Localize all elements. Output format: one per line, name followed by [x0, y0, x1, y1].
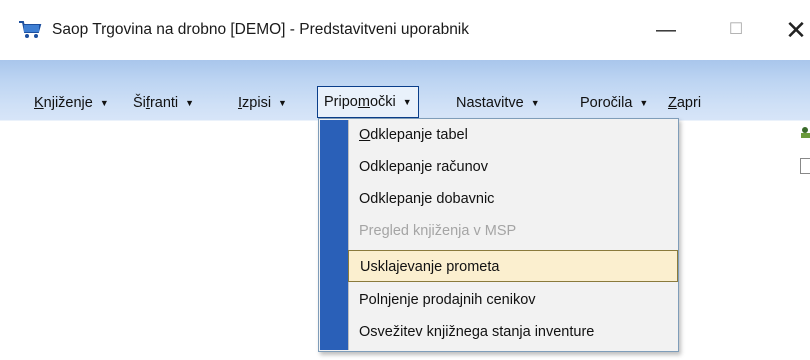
menu-sifranti[interactable]: Šifranti ▼: [133, 90, 194, 116]
dropdown-item-odklepanje-dobavnic[interactable]: Odklepanje dobavnic: [319, 183, 678, 215]
menu-label: ranti: [149, 95, 179, 111]
maximize-button[interactable]: ☐: [716, 12, 756, 48]
menu-label: Usklajevanje prometa: [360, 259, 500, 275]
dropdown-item-odklepanje-tabel[interactable]: Odklepanje tabel: [319, 119, 678, 151]
menu-label: Poročila: [580, 95, 633, 111]
window-title: Saop Trgovina na drobno [DEMO] - Predsta…: [52, 21, 470, 38]
shopping-cart-icon: [19, 21, 42, 38]
dropdown-item-pregled-knjizenja: Pregled knjiženja v MSP: [319, 215, 678, 247]
dropdown-item-label: Odklepanje računov: [359, 151, 488, 183]
dropdown-arrow-icon: ▼: [402, 97, 412, 107]
dropdown-item-odklepanje-racunov[interactable]: Odklepanje računov: [319, 151, 678, 183]
menu-nastavitve[interactable]: Nastavitve ▼: [456, 90, 540, 116]
dropdown-item-label: Usklajevanje prometa: [360, 251, 499, 283]
dropdown-item-label: Polnjenje prodajnih cenikov: [359, 284, 536, 316]
title-bar[interactable]: Saop Trgovina na drobno [DEMO] - Predsta…: [0, 0, 810, 60]
dropdown-item-label: Pregled knjiženja v MSP: [359, 215, 516, 247]
dropdown-arrow-icon: ▼: [639, 98, 649, 108]
menu-label: apri: [676, 95, 702, 111]
menu-accel: Z: [668, 95, 677, 111]
menu-accel: K: [34, 95, 44, 111]
close-button[interactable]: ✕: [776, 12, 810, 48]
dropdown-item-polnjenje-cenikov[interactable]: Polnjenje prodajnih cenikov: [319, 284, 678, 316]
menu-pripomocki[interactable]: Pripomočki ▼: [317, 86, 419, 118]
dropdown-item-usklajevanje-prometa[interactable]: Usklajevanje prometa: [348, 250, 678, 282]
dropdown-item-osvezitev-inventure[interactable]: Osvežitev knjižnega stanja inventure: [319, 316, 678, 348]
toolbar-checkbox[interactable]: [800, 158, 810, 174]
menu-label: Odklepanje računov: [359, 159, 488, 175]
minimize-button[interactable]: —: [646, 12, 686, 48]
pripomocki-dropdown-menu: Odklepanje tabel Odklepanje računov Odkl…: [318, 118, 679, 352]
menu-knjizenje[interactable]: Knjiženje ▼: [34, 90, 109, 116]
menu-label: Nastavitve: [456, 95, 524, 111]
menu-label: Pripo: [324, 94, 358, 110]
menu-porocila[interactable]: Poročila ▼: [580, 90, 648, 116]
menu-accel: m: [357, 94, 370, 110]
menu-izpisi[interactable]: Izpisi ▼: [238, 90, 287, 116]
menu-label: njiženje: [43, 95, 93, 111]
dropdown-item-label: Odklepanje tabel: [359, 119, 468, 151]
menu-label: Ši: [133, 95, 146, 111]
dropdown-arrow-icon: ▼: [278, 98, 287, 108]
menu-label: Osvežitev knjižnega stanja inventure: [359, 324, 595, 340]
menu-zapri[interactable]: Zapri: [668, 90, 701, 116]
menu-label: očki: [369, 94, 396, 110]
menu-accel: O: [359, 127, 371, 143]
menu-label: Odklepanje dobavnic: [359, 191, 495, 207]
menu-label: zpisi: [242, 95, 272, 111]
dropdown-item-label: Odklepanje dobavnic: [359, 183, 494, 215]
dropdown-arrow-icon: ▼: [99, 98, 109, 108]
toolbar-figure-icon: [801, 127, 810, 138]
menu-label: Pregled knjiženja v MSP: [359, 223, 517, 239]
dropdown-item-label: Osvežitev knjižnega stanja inventure: [359, 316, 594, 348]
dropdown-arrow-icon: ▼: [530, 98, 540, 108]
dropdown-arrow-icon: ▼: [185, 98, 195, 108]
menu-label: dklepanje tabel: [370, 127, 468, 143]
menu-label: Polnjenje prodajnih cenikov: [359, 292, 536, 308]
menu-items-row: Knjiženje ▼ Šifranti ▼ Izpisi ▼ Pripomočki ▼…: [0, 86, 810, 118]
